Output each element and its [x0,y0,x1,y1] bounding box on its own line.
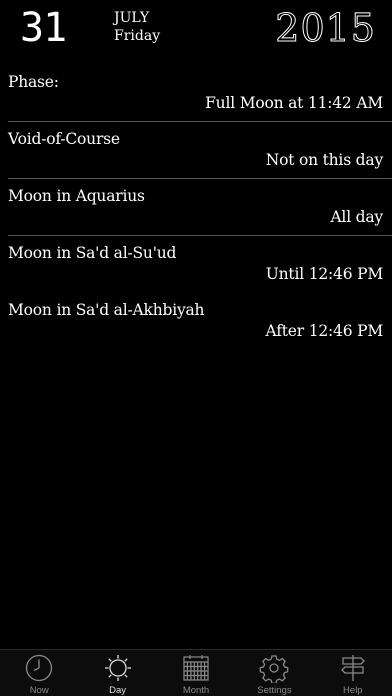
list-item-mansion-next: Moon in Sa'd al-Akhbiyah After 12:46 PM [0,294,392,351]
date-header: 31 JULY Friday 2015 [0,0,392,60]
day-number: 31 [20,5,67,51]
list-item-moon-sign: Moon in Aquarius All day [0,180,392,237]
row-value: After 12:46 PM [265,322,384,340]
gear-icon [259,653,289,683]
tab-label: Settings [257,685,292,696]
tab-now[interactable]: Now [0,650,78,696]
row-label: Moon in Aquarius [8,187,145,205]
row-label: Moon in Sa'd al-Su'ud [8,244,177,262]
tab-label: Help [343,685,363,696]
sun-icon [103,653,133,683]
row-divider [8,178,392,179]
row-value: Not on this day [265,151,383,169]
signpost-icon [338,653,368,683]
calendar-icon [181,653,211,683]
row-value: Full Moon at 11:42 AM [205,94,383,112]
month-name: JULY [114,10,150,26]
tab-label: Now [29,685,49,696]
row-divider [8,121,392,122]
tab-bar: Now Day Month Settings Help [0,649,392,696]
weekday-name: Friday [114,28,161,44]
row-label: Void-of-Course [8,130,120,148]
year: 2015 [275,6,376,51]
moon-info-list: Phase: Full Moon at 11:42 AM Void-of-Cou… [0,66,392,351]
tab-label: Month [182,685,210,696]
row-value: Until 12:46 PM [265,265,383,283]
tab-help[interactable]: Help [314,650,392,696]
clock-icon [24,653,54,683]
row-value: All day [330,208,383,226]
list-item-void-of-course: Void-of-Course Not on this day [0,123,392,180]
row-divider [8,235,392,236]
row-label: Phase: [8,73,59,91]
tab-label: Day [109,685,127,696]
row-label: Moon in Sa'd al-Akhbiyah [8,301,205,319]
tab-settings[interactable]: Settings [235,650,313,696]
day-screen: 31 JULY Friday 2015 Phase: Full Moon at … [0,0,392,696]
tab-day[interactable]: Day [78,650,156,696]
list-item-phase: Phase: Full Moon at 11:42 AM [0,66,392,123]
tab-month[interactable]: Month [157,650,235,696]
list-item-mansion-current: Moon in Sa'd al-Su'ud Until 12:46 PM [0,237,392,294]
